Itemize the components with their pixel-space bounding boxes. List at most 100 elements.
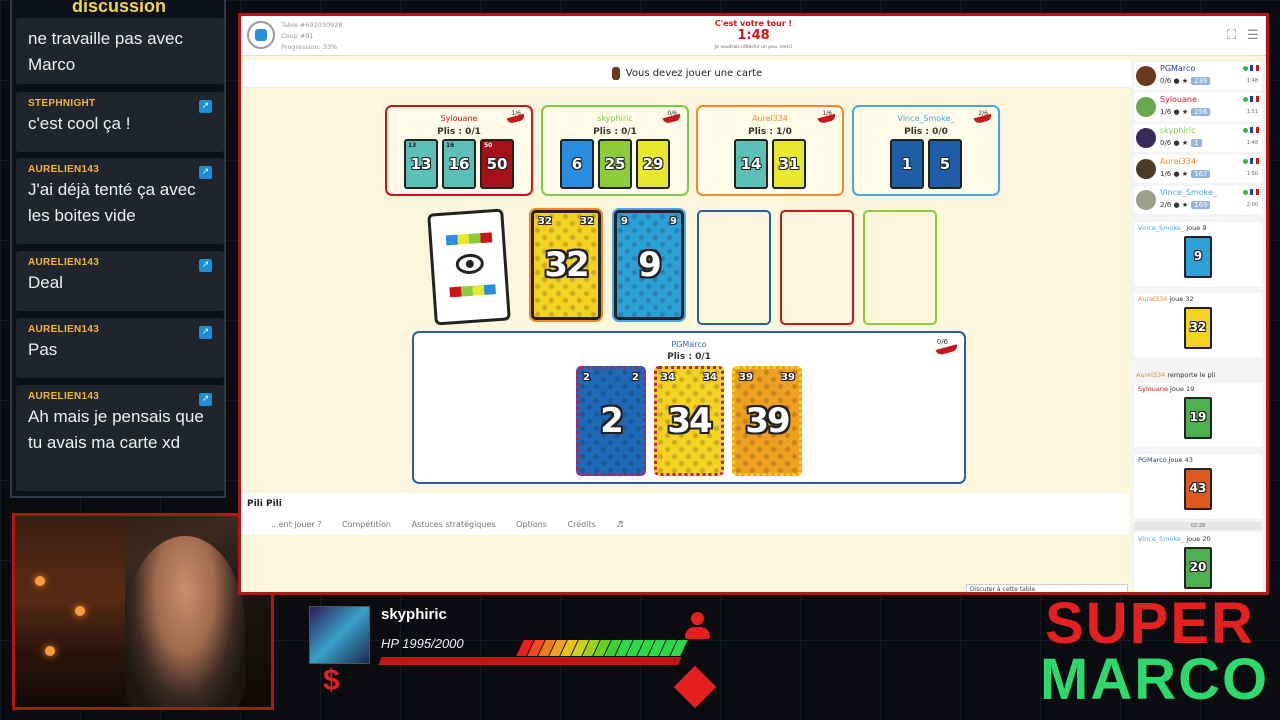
log-entry: Vince_Smoke_ joue 20 20 — [1134, 533, 1262, 592]
avatar — [1136, 66, 1156, 86]
fullscreen-icon[interactable]: ⛶ — [1227, 28, 1236, 43]
player-tricks: Plis : 0/0 — [904, 127, 948, 137]
log-text: PGMarco joue 43 — [1138, 456, 1193, 464]
log-entry: Sylouane joue 19 19 — [1134, 383, 1262, 447]
log-text: Vince_Smoke_ joue 9 — [1138, 224, 1207, 232]
roster-name: PGMarco — [1160, 64, 1196, 73]
online-icon — [1243, 128, 1248, 133]
log-text: Aurel334 joue 32 — [1138, 295, 1194, 303]
card: 16 16 — [442, 139, 476, 189]
roster-row[interactable]: Sylouane 1/6 ● ★ 256 1:51 — [1134, 93, 1262, 121]
roster-row[interactable]: Vince_Smoke_ 2/6 ● ★ 169 2:00 — [1134, 186, 1262, 214]
draw-deck — [427, 208, 511, 326]
roster-time: 1:48 — [1246, 140, 1258, 146]
roster-row[interactable]: PGMarco 0/6 ● ★ 239 1:48 — [1134, 62, 1262, 90]
right-panel: PGMarco 0/6 ● ★ 239 1:48 Sylouane 1/6 ● ★… — [1132, 60, 1266, 592]
tab-options[interactable]: Options — [516, 520, 547, 529]
webcam-feed — [12, 513, 274, 710]
card-number: 9 — [638, 245, 662, 285]
log-card: 43 — [1184, 468, 1212, 510]
hud-hp: HP 1995/2000 — [381, 636, 464, 651]
game-topbar: Table #692030928 Coup #91 Progression: 3… — [241, 16, 1266, 56]
card: 14 — [734, 139, 768, 189]
chat-message: AURELIEN143 J'ai déjà tenté ça avec les … — [16, 158, 224, 244]
avatar — [1136, 97, 1156, 117]
chat-user: STEPHNIGHT — [28, 98, 96, 109]
chat-user: AURELIEN143 — [28, 257, 100, 268]
online-icon — [1243, 190, 1248, 195]
player-box-aurel334: Aurel334 Plis : 1/0 1/6 14 31 — [696, 105, 844, 196]
chat-message: STEPHNIGHT c'est cool ça ! ↗ — [16, 92, 224, 152]
log-entry: Aurel334 joue 32 32 — [1134, 293, 1262, 357]
log-card: 9 — [1184, 236, 1212, 278]
user-icon — [684, 612, 710, 646]
my-hand: PGMarco Plis : 0/1 0/6 2 2 2 34 34 34 39… — [412, 331, 966, 484]
player-box-skyphiric: skyphiric Plis : 0/1 0/6 6 25 29 — [541, 105, 689, 196]
badge-icon: ↗ — [199, 166, 212, 179]
hud-name: skyphiric — [381, 606, 447, 623]
tab-competition[interactable]: Compétition — [342, 520, 391, 529]
card-number: 2 — [600, 401, 624, 441]
chat-text: ne travaille pas avec Marco — [28, 29, 183, 74]
hand-card[interactable]: 2 2 2 — [576, 366, 646, 476]
avatar — [1136, 159, 1156, 179]
webcam-background — [15, 516, 125, 707]
online-icon — [1243, 66, 1248, 71]
card: 50 50 — [480, 139, 514, 189]
flag-fr-icon — [1250, 65, 1259, 71]
roster-meta: 0/6 ● ★ 1 — [1160, 139, 1202, 147]
flag-fr-icon — [1250, 127, 1259, 133]
card-number: 29 — [642, 155, 664, 173]
card-number: 34 — [667, 401, 712, 441]
deck-stripe — [449, 284, 496, 298]
chat-title: discussion — [72, 0, 167, 16]
card-number: 13 — [410, 155, 432, 173]
turn-sub-link[interactable]: Je voudrais réfléchir un peu, merci — [241, 45, 1266, 50]
roster-meta: 1/6 ● ★ 256 — [1160, 108, 1211, 116]
card-number: 16 — [448, 155, 470, 173]
card-number: 1 — [901, 155, 913, 173]
roster-meta: 2/6 ● ★ 169 — [1160, 201, 1211, 209]
flag-fr-icon — [1250, 189, 1259, 195]
streamer — [125, 536, 245, 707]
menu-icon[interactable]: ☰ — [1247, 28, 1259, 43]
hand-card[interactable]: 34 34 34 — [654, 366, 724, 476]
player-tricks: Plis : 0/1 — [593, 127, 637, 137]
empty-slot — [863, 210, 937, 325]
my-score: 0/6 — [936, 338, 948, 346]
chat-message: AURELIEN143 Pas ↗ — [16, 318, 224, 378]
player-tricks: Plis : 1/0 — [748, 127, 792, 137]
roster-row[interactable]: skyphiric 0/6 ● ★ 1 1:48 — [1134, 124, 1262, 152]
log-entry: Vince_Smoke_ joue 9 9 — [1134, 222, 1262, 286]
chat-text: Deal — [28, 273, 63, 292]
played-card: 9 9 9 — [614, 210, 684, 320]
instruction-bar: Vous devez jouer une carte — [243, 60, 1131, 88]
card: 13 13 — [404, 139, 438, 189]
card-number: 39 — [745, 401, 790, 441]
brand-line-1: SUPER — [1045, 591, 1255, 656]
card-number: 6 — [571, 155, 583, 173]
chat-message: ne travaille pas avec Marco — [16, 18, 224, 84]
chat-message: AURELIEN143 Ah mais je pensais que tu av… — [16, 385, 224, 491]
card-number: 31 — [778, 155, 800, 173]
card: 31 — [772, 139, 806, 189]
tab-strategy[interactable]: Astuces stratégiques — [412, 520, 496, 529]
card-number: 32 — [544, 245, 589, 285]
log-card: 19 — [1184, 397, 1212, 439]
card-number: 14 — [740, 155, 762, 173]
roster-name: Sylouane — [1160, 95, 1197, 104]
card: 29 — [636, 139, 670, 189]
music-icon[interactable]: ♬ — [616, 520, 623, 529]
deck-stripe — [445, 232, 493, 246]
hand-card[interactable]: 39 39 39 — [732, 366, 802, 476]
turn-label: C'est votre tour ! — [714, 19, 793, 28]
eye-icon — [455, 252, 485, 275]
light-icon — [45, 646, 55, 656]
flag-fr-icon — [1250, 158, 1259, 164]
tab-how-to-play[interactable]: ...ent jouer ? — [271, 520, 322, 529]
tab-credits[interactable]: Crédits — [568, 520, 596, 529]
roster-row[interactable]: Aurel334 1/6 ● ★ 167 1:50 — [1134, 155, 1262, 183]
card: 6 — [560, 139, 594, 189]
roster-meta: 1/6 ● ★ 167 — [1160, 170, 1211, 178]
online-icon — [1243, 97, 1248, 102]
